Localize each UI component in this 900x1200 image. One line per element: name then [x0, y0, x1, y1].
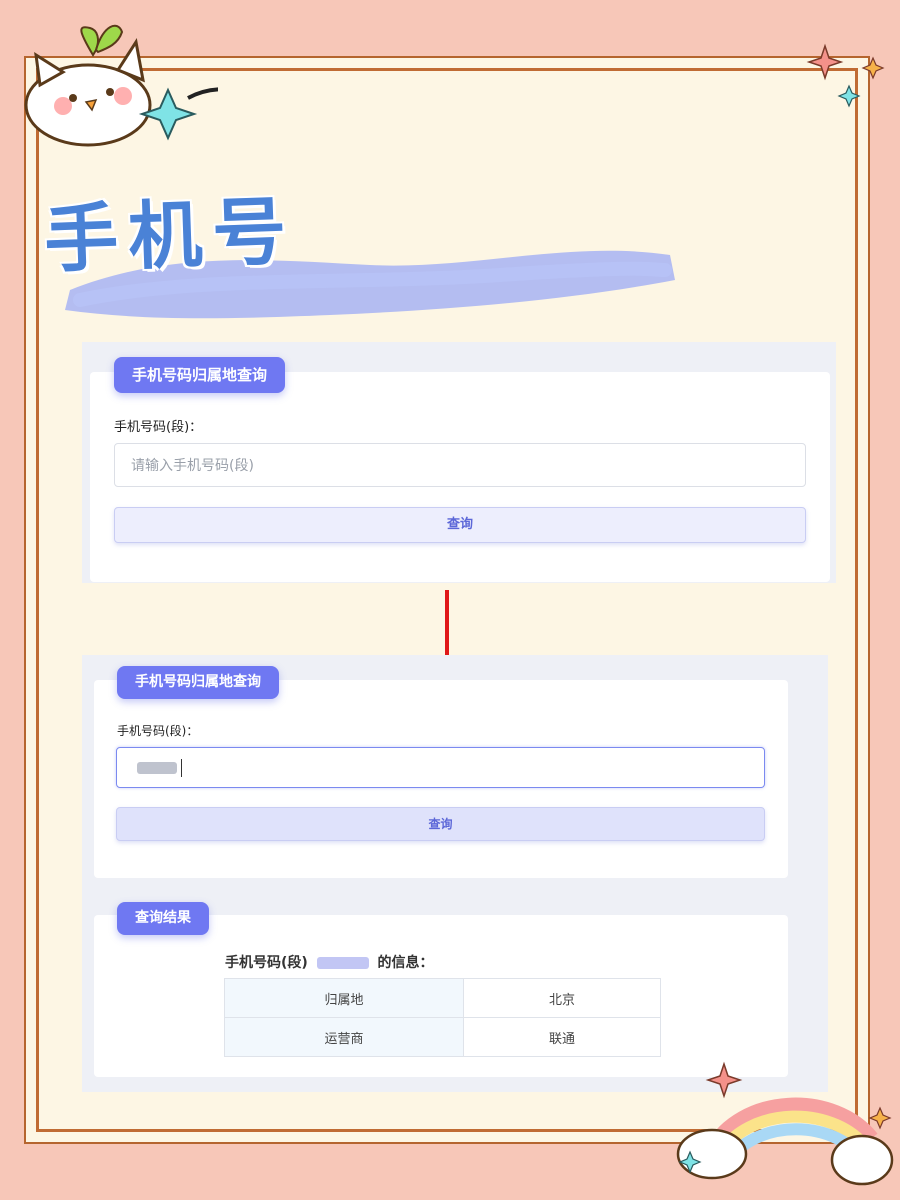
- query-button-2[interactable]: 查询: [116, 807, 765, 841]
- phone-input-2[interactable]: [116, 747, 765, 788]
- query-button-1[interactable]: 查询: [114, 507, 806, 543]
- query-title-badge-1: 手机号码归属地查询: [114, 357, 286, 393]
- phone-field-label-1: 手机号码(段)：: [114, 420, 203, 435]
- result-redacted-number: [316, 957, 369, 969]
- result-value-carrier: 联通: [463, 1017, 661, 1057]
- result-title-badge: 查询结果: [117, 902, 209, 935]
- rainbow-cloud-icon: [676, 1061, 894, 1186]
- poster-title: 手机号: [42, 188, 298, 284]
- sparkle-icon: [806, 43, 885, 108]
- result-value-location: 北京: [463, 978, 661, 1018]
- phone-input-placeholder-1: 请输入手机号码(段): [131, 458, 254, 474]
- query-title-badge-2: 手机号码归属地查询: [117, 666, 279, 699]
- phone-input-1[interactable]: 请输入手机号码(段): [114, 443, 806, 487]
- phone-input-redacted-value: [137, 761, 177, 774]
- result-heading-suffix: 的信息：: [377, 955, 434, 971]
- result-heading: 手机号码(段) 的信息：: [225, 952, 434, 972]
- cat-sticker-icon: [24, 24, 218, 147]
- result-key-location: 归属地: [224, 978, 464, 1018]
- text-cursor: [181, 758, 182, 777]
- table-row: 归属地 北京: [224, 978, 661, 1018]
- result-key-carrier: 运营商: [224, 1017, 464, 1057]
- result-table: 归属地 北京 运营商 联通: [224, 978, 661, 1057]
- result-heading-prefix: 手机号码(段): [225, 955, 308, 971]
- phone-field-label-2: 手机号码(段)：: [117, 724, 199, 738]
- table-row: 运营商 联通: [224, 1017, 661, 1057]
